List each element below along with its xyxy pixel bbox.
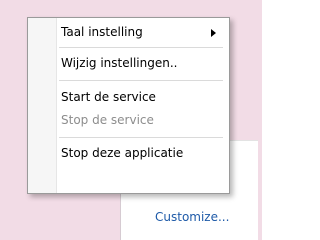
menu-item-label: Stop deze applicatie (61, 146, 184, 160)
menu-item-start-service[interactable]: Start de service (57, 86, 226, 109)
customize-link[interactable]: Customize... (155, 210, 229, 224)
context-menu: Taal instelling Wijzig instellingen.. St… (27, 17, 230, 194)
menu-item-stop-applicatie[interactable]: Stop deze applicatie (57, 142, 226, 165)
menu-item-wijzig-instellingen[interactable]: Wijzig instellingen.. (57, 52, 226, 75)
menu-item-label: Stop de service (61, 113, 154, 127)
menu-separator (59, 47, 223, 48)
menu-icon-gutter (28, 18, 57, 193)
menu-item-label: Wijzig instellingen.. (61, 56, 178, 70)
menu-separator (59, 80, 223, 81)
menu-separator (59, 137, 223, 138)
menu-item-taal-instelling[interactable]: Taal instelling (57, 21, 226, 44)
submenu-arrow-icon (211, 29, 216, 37)
menu-item-stop-service: Stop de service (57, 109, 226, 132)
menu-item-label: Start de service (61, 90, 156, 104)
desktop-background: Customize... Taal instelling Wijzig inst… (0, 0, 262, 240)
menu-item-label: Taal instelling (61, 25, 143, 39)
